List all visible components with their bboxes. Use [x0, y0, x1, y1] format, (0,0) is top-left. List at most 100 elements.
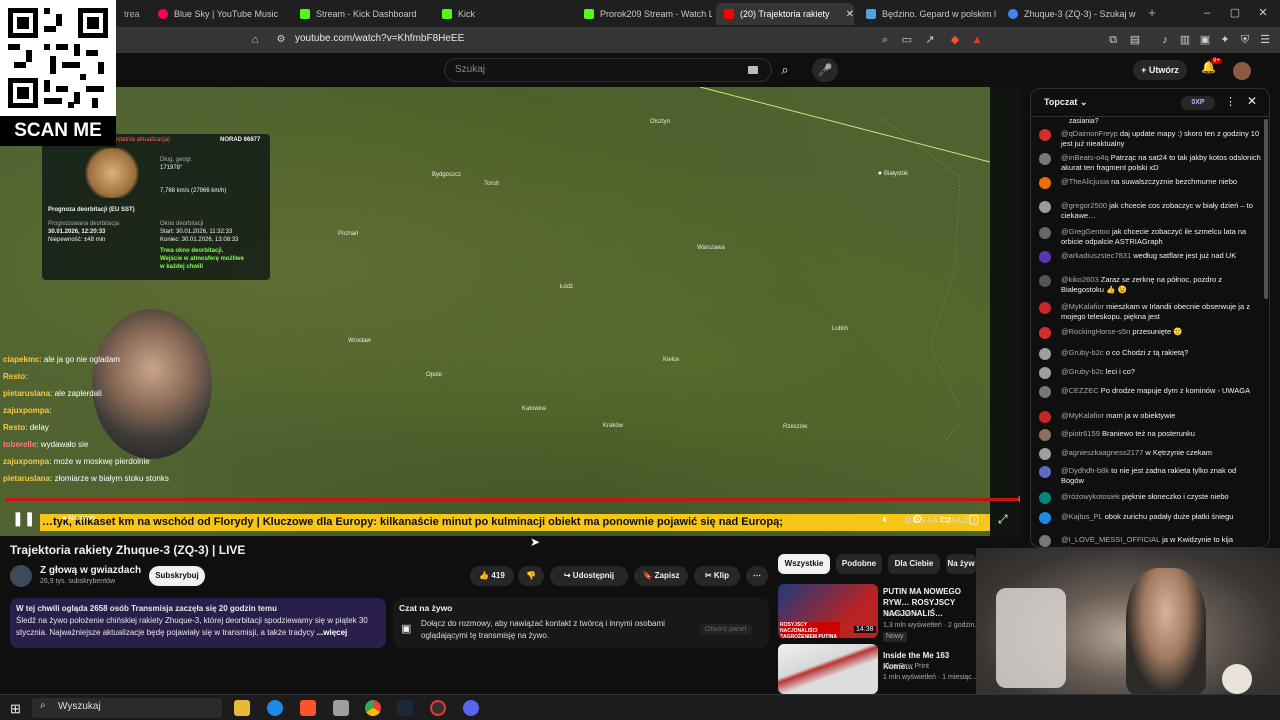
like-button[interactable]: 👍 419	[470, 566, 514, 586]
chat-author-avatar[interactable]	[1039, 251, 1051, 263]
browser-tab-partial[interactable]: trea	[116, 3, 144, 25]
screenshot-icon[interactable]: ▭	[900, 33, 914, 47]
more-actions-icon[interactable]: ⋯	[746, 566, 768, 586]
browser-tab[interactable]: Będzino. Gepard w polskim les	[858, 3, 996, 25]
chat-author-avatar[interactable]	[1039, 535, 1051, 547]
tab-live[interactable]: Na żyw	[946, 554, 976, 574]
chat-author-avatar[interactable]	[1039, 466, 1051, 478]
chat-author[interactable]: @piotr6159	[1061, 429, 1100, 438]
file-explorer-icon[interactable]	[234, 700, 250, 716]
browser-tab-active[interactable]: (20) Trajektoria rakiety ✕	[716, 3, 854, 25]
chat-author-avatar[interactable]	[1039, 177, 1051, 189]
autoplay-toggle[interactable]: ◐	[882, 512, 889, 526]
chat-author-avatar[interactable]	[1039, 448, 1051, 460]
zoom-icon[interactable]: ⌕	[878, 33, 892, 47]
close-tab-icon[interactable]: ✕	[846, 9, 854, 20]
rec-channel[interactable]: Blue Paw Print	[883, 662, 929, 672]
account-avatar[interactable]	[1233, 62, 1251, 80]
discord-icon[interactable]	[463, 700, 479, 716]
taskbar-search[interactable]: ⌕ Wyszukaj	[32, 698, 222, 718]
chat-author[interactable]: @Dydhdh-b8k	[1061, 466, 1109, 475]
chat-author[interactable]: @GregGentoo	[1061, 227, 1110, 236]
chat-author[interactable]: @arkadiuszstec7831	[1061, 251, 1131, 260]
chat-author[interactable]: @kiko2603	[1061, 275, 1099, 284]
save-button[interactable]: 🔖 Zapisz	[634, 566, 688, 586]
more-options-icon[interactable]: ⋮	[1225, 95, 1236, 108]
browser-tab[interactable]: Stream - Kick Dashboard	[292, 3, 430, 25]
brave-rewards-icon[interactable]: ▲	[970, 33, 984, 47]
bookmark-icon[interactable]: ⌂	[248, 33, 262, 47]
rec-thumbnail[interactable]	[778, 644, 878, 694]
chat-scrollbar[interactable]	[1264, 119, 1268, 299]
vpn-icon[interactable]: ✦	[1218, 33, 1232, 47]
chat-author-avatar[interactable]	[1039, 153, 1051, 165]
chrome-icon[interactable]	[365, 700, 381, 716]
microphone-icon[interactable]: 🎤	[812, 58, 838, 82]
xp-badge[interactable]: 0XP	[1181, 96, 1215, 110]
chat-author-avatar[interactable]	[1039, 327, 1051, 339]
cast-icon[interactable]: ▢	[968, 512, 979, 526]
chat-author-avatar[interactable]	[1039, 492, 1051, 504]
tab-for-you[interactable]: Dla Ciebie	[888, 554, 940, 574]
chat-author[interactable]: @Kajtus_PL	[1061, 512, 1103, 521]
brave-icon[interactable]	[300, 700, 316, 716]
show-more-link[interactable]: ...więcej	[317, 628, 348, 637]
menu-icon[interactable]: ☰	[1258, 33, 1272, 47]
browser-tab[interactable]: Zhuque-3 (ZQ-3) - Szukaj w G	[1000, 3, 1136, 25]
chat-author-avatar[interactable]	[1039, 129, 1051, 141]
open-panel-button[interactable]: Otwórz panel	[699, 624, 753, 635]
chat-author-avatar[interactable]	[1039, 386, 1051, 398]
site-info-icon[interactable]: ⚙	[274, 33, 288, 47]
channel-avatar[interactable]	[10, 565, 32, 587]
chat-author[interactable]: @TheAlicjusia	[1061, 177, 1109, 186]
live-badge[interactable]: ● Na żywo	[62, 515, 95, 522]
search-input[interactable]: Szukaj	[444, 58, 772, 82]
chat-author[interactable]: @qDaimonFreyp	[1061, 129, 1118, 138]
chat-author[interactable]: @gregor2500	[1061, 201, 1107, 210]
shield-icon[interactable]: ⛨	[1238, 33, 1252, 47]
progress-bar[interactable]	[6, 498, 1020, 501]
url-field[interactable]: youtube.com/watch?v=KhfmbF8HeEE	[295, 33, 464, 44]
chat-mode-dropdown[interactable]: Topczat ⌄	[1044, 97, 1087, 108]
chat-author[interactable]: @agnieszkaagness2177	[1061, 448, 1143, 457]
app-icon[interactable]	[333, 700, 349, 716]
brave-shields-icon[interactable]: ◆	[948, 33, 962, 47]
steam-icon[interactable]	[397, 700, 413, 716]
chat-author-avatar[interactable]	[1039, 411, 1051, 423]
new-tab-icon[interactable]: +	[1145, 6, 1159, 20]
rec-thumbnail[interactable]: ROSYJSCY NACJONALIŚCI ZAGROŻENIEM PUTINA…	[778, 584, 878, 638]
chat-author[interactable]: @MyKalafior	[1061, 411, 1104, 420]
chat-author-avatar[interactable]	[1039, 201, 1051, 213]
chat-author[interactable]: @CEZZEC	[1061, 386, 1099, 395]
share-icon[interactable]: ↗	[923, 33, 937, 47]
search-icon[interactable]: ⌕	[772, 58, 798, 82]
tab-all[interactable]: Wszystkie	[778, 554, 830, 574]
chat-author[interactable]: @inBeats-o4q	[1061, 153, 1109, 162]
windows-start-icon[interactable]: ⊞	[10, 701, 21, 717]
tab-related[interactable]: Podobne	[836, 554, 882, 574]
edge-icon[interactable]	[267, 700, 283, 716]
chat-author-avatar[interactable]	[1039, 512, 1051, 524]
channel-name[interactable]: Z głową w gwiazdach	[40, 565, 141, 576]
clip-button[interactable]: ✂ Klip	[694, 566, 740, 586]
close-window-icon[interactable]: ✕	[1256, 6, 1270, 20]
pause-icon[interactable]: ❚❚	[12, 510, 35, 527]
chat-author[interactable]: @Gruby-b2c	[1061, 367, 1104, 376]
chat-author[interactable]: @RockingHorse-s5n	[1061, 327, 1130, 336]
chat-author-avatar[interactable]	[1039, 227, 1051, 239]
browser-tab[interactable]: Prorok209 Stream - Watch Live	[576, 3, 712, 25]
close-chat-icon[interactable]: ✕	[1247, 94, 1257, 108]
minimize-icon[interactable]: –	[1200, 6, 1214, 20]
chat-author[interactable]: @I_LOVE_MESSI_OFFICIAL	[1061, 535, 1160, 544]
browser-tab[interactable]: Blue Sky | YouTube Music	[150, 3, 288, 25]
settings-icon[interactable]: ⚙	[912, 512, 923, 526]
chat-author[interactable]: @MyKalafior	[1061, 302, 1104, 311]
fullscreen-icon[interactable]: ⤢	[998, 512, 1008, 527]
captions-icon[interactable]: ▭	[940, 512, 951, 526]
chat-author-avatar[interactable]	[1039, 367, 1051, 379]
scrubber-handle[interactable]	[1018, 495, 1020, 503]
browser-tab[interactable]: Kick	[434, 3, 572, 25]
chat-author-avatar[interactable]	[1039, 429, 1051, 441]
maximize-icon[interactable]: ▢	[1228, 6, 1242, 20]
chat-author-avatar[interactable]	[1039, 275, 1051, 287]
